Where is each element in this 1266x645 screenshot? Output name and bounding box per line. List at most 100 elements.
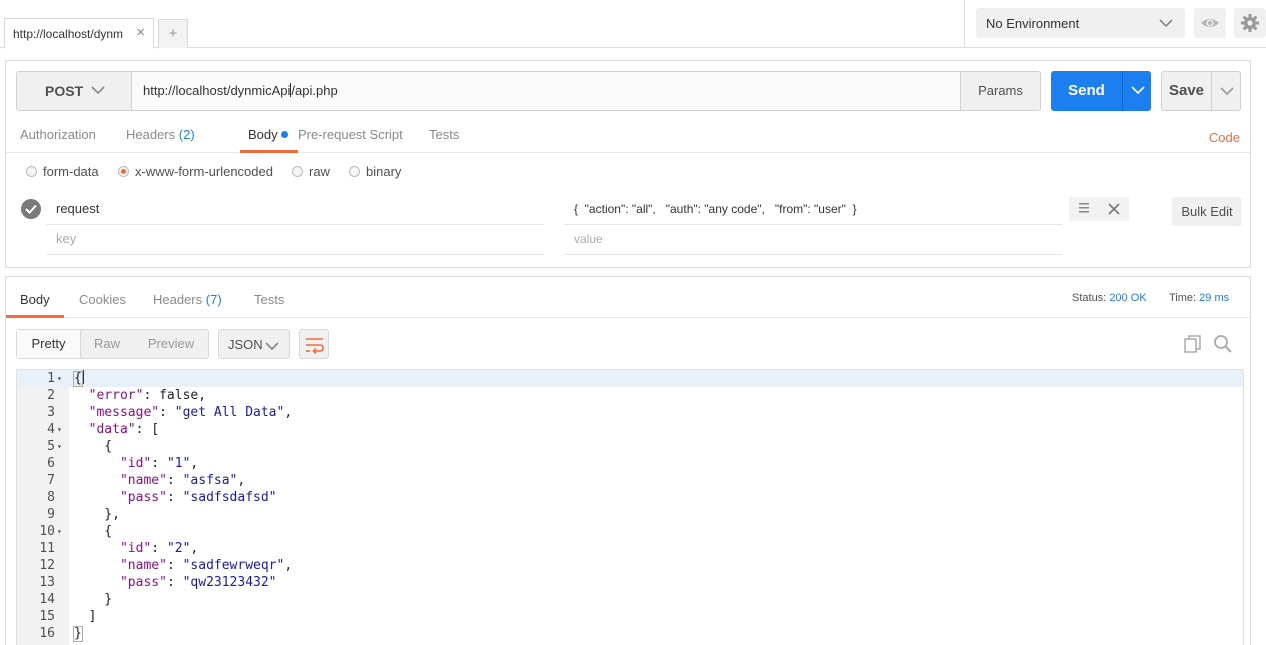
- radio-x-www-form-urlencoded[interactable]: x-www-form-urlencoded: [118, 164, 273, 179]
- environment-quick-look-button[interactable]: [1194, 8, 1226, 38]
- matched-bracket: {: [73, 371, 83, 387]
- url-bar: POST http://localhost/dynmicApi/api.php …: [16, 71, 1041, 111]
- fold-arrow-icon[interactable]: ▾: [57, 370, 62, 387]
- code-line: 3 "message": "get All Data",: [17, 404, 1243, 421]
- param-row: request { "action": "all", "auth": "any …: [6, 197, 1250, 225]
- line-number: 16: [39, 626, 55, 641]
- line-number: 5: [47, 439, 55, 454]
- response-panel: Body Cookies Headers (7) Tests Status: 2…: [5, 276, 1251, 645]
- code-text: "name": "asfsa",: [119, 473, 246, 488]
- tab-authorization[interactable]: Authorization: [20, 127, 96, 153]
- radio-raw[interactable]: raw: [292, 164, 330, 179]
- radio-label: binary: [366, 164, 402, 179]
- url-text-end: /api.php: [291, 83, 338, 98]
- code-text: }: [73, 592, 113, 607]
- line-number: 8: [47, 490, 55, 505]
- param-enabled-checkbox[interactable]: [21, 199, 41, 219]
- radio-circle-icon: [26, 166, 37, 177]
- code-text: {: [73, 370, 84, 387]
- tab-tests[interactable]: Tests: [429, 127, 459, 153]
- fold-arrow-icon[interactable]: ▾: [57, 438, 62, 455]
- code-text: {: [73, 439, 113, 454]
- tab-pre-request-script[interactable]: Pre-request Script: [298, 127, 403, 153]
- param-value-input[interactable]: { "action": "all", "auth": "any code", "…: [564, 197, 1062, 225]
- time-readout: Time: 29 ms: [1169, 292, 1229, 304]
- code-line: 4 ▾ "data": [: [17, 421, 1243, 438]
- param-key-placeholder[interactable]: key: [46, 227, 544, 255]
- manage-environments-button[interactable]: [1234, 8, 1266, 38]
- method-select[interactable]: POST: [17, 72, 132, 110]
- response-tab-tests[interactable]: Tests: [254, 292, 284, 318]
- body-type-options: form-data x-www-form-urlencoded raw bina…: [6, 164, 706, 184]
- param-value-placeholder[interactable]: value: [564, 227, 1062, 255]
- code-text: "name": "sadfewrweqr",: [119, 558, 293, 573]
- code-text: "pass": "sadfsdafsd": [119, 490, 277, 505]
- response-tab-headers[interactable]: Headers (7): [153, 292, 222, 318]
- response-tab-body[interactable]: Body: [6, 292, 64, 318]
- save-button[interactable]: Save: [1161, 71, 1212, 111]
- request-tab-label: http://localhost/dynm: [13, 27, 124, 41]
- line-number: 1: [47, 371, 55, 386]
- radio-selected-icon: [118, 166, 129, 177]
- url-text-start: http://localhost/dynmicApi: [143, 83, 291, 98]
- code-line: 5 ▾ {: [17, 438, 1243, 455]
- environment-label: No Environment: [986, 16, 1080, 31]
- code-line: 7 "name": "asfsa",: [17, 472, 1243, 489]
- code-line: 10 ▾ {: [17, 523, 1243, 540]
- code-line: 11 "id": "2",: [17, 540, 1243, 557]
- delete-param-icon[interactable]: [1108, 198, 1120, 220]
- status-label: Status:: [1072, 292, 1107, 304]
- response-code-editor[interactable]: 1 ▾{2 "error": false, 3 "message": "get Al…: [16, 369, 1244, 645]
- line-number: 14: [39, 592, 55, 607]
- preview-button[interactable]: Preview: [133, 330, 209, 358]
- tab-headers-label: Headers: [126, 127, 176, 142]
- radio-form-data[interactable]: form-data: [26, 164, 99, 179]
- line-number: 15: [39, 609, 55, 624]
- status-value: 200 OK: [1109, 292, 1147, 304]
- environment-select[interactable]: No Environment: [976, 8, 1185, 38]
- raw-button[interactable]: Raw: [81, 330, 133, 358]
- format-label: JSON: [228, 337, 263, 352]
- radio-label: raw: [309, 164, 330, 179]
- save-options-button[interactable]: [1212, 71, 1241, 111]
- request-tabs: Authorization Headers (2) Body Pre-reque…: [6, 121, 1250, 153]
- search-icon[interactable]: [1213, 334, 1233, 357]
- radio-binary[interactable]: binary: [349, 164, 401, 179]
- fold-arrow-icon[interactable]: ▾: [57, 523, 62, 540]
- response-tab-cookies[interactable]: Cookies: [79, 292, 126, 318]
- line-number: 12: [39, 558, 55, 573]
- code-text: "pass": "qw23123432": [119, 575, 277, 590]
- new-tab-button[interactable]: +: [158, 19, 188, 48]
- time-value: 29 ms: [1199, 292, 1230, 304]
- code-text: }: [73, 625, 83, 642]
- wrap-lines-button[interactable]: [299, 329, 329, 359]
- param-row-empty: key value: [6, 227, 1250, 255]
- line-number: 3: [47, 405, 55, 420]
- url-input[interactable]: http://localhost/dynmicApi/api.php: [143, 83, 943, 98]
- code-line: 15 ]: [17, 608, 1243, 625]
- tab-headers[interactable]: Headers (2): [126, 127, 195, 153]
- params-button[interactable]: Params: [960, 72, 1040, 110]
- close-tab-icon[interactable]: ×: [136, 24, 145, 41]
- code-line: 16}: [17, 625, 1243, 642]
- line-number: 10: [39, 524, 55, 539]
- code-text: {: [73, 524, 113, 539]
- request-panel: POST http://localhost/dynmicApi/api.php …: [5, 60, 1251, 268]
- chevron-down-icon: [1159, 16, 1173, 31]
- method-label: POST: [45, 83, 84, 99]
- param-key-input[interactable]: request: [46, 197, 544, 225]
- request-tab[interactable]: http://localhost/dynm ×: [4, 18, 154, 49]
- send-button[interactable]: Send: [1051, 71, 1122, 111]
- drag-handle-icon[interactable]: [1079, 202, 1089, 217]
- fold-arrow-icon[interactable]: ▾: [57, 421, 62, 438]
- send-options-button[interactable]: [1122, 71, 1151, 111]
- code-text: "id": "2",: [119, 541, 199, 556]
- bulk-edit-button[interactable]: Bulk Edit: [1172, 197, 1242, 226]
- copy-icon[interactable]: [1183, 334, 1203, 357]
- pretty-button[interactable]: Pretty: [17, 330, 81, 358]
- format-select[interactable]: JSON: [218, 329, 290, 359]
- line-number: 11: [39, 541, 55, 556]
- code-link[interactable]: Code: [1209, 130, 1240, 145]
- tab-body[interactable]: Body: [240, 127, 298, 153]
- top-tab-bar: http://localhost/dynm × + No Environment: [0, 0, 1266, 49]
